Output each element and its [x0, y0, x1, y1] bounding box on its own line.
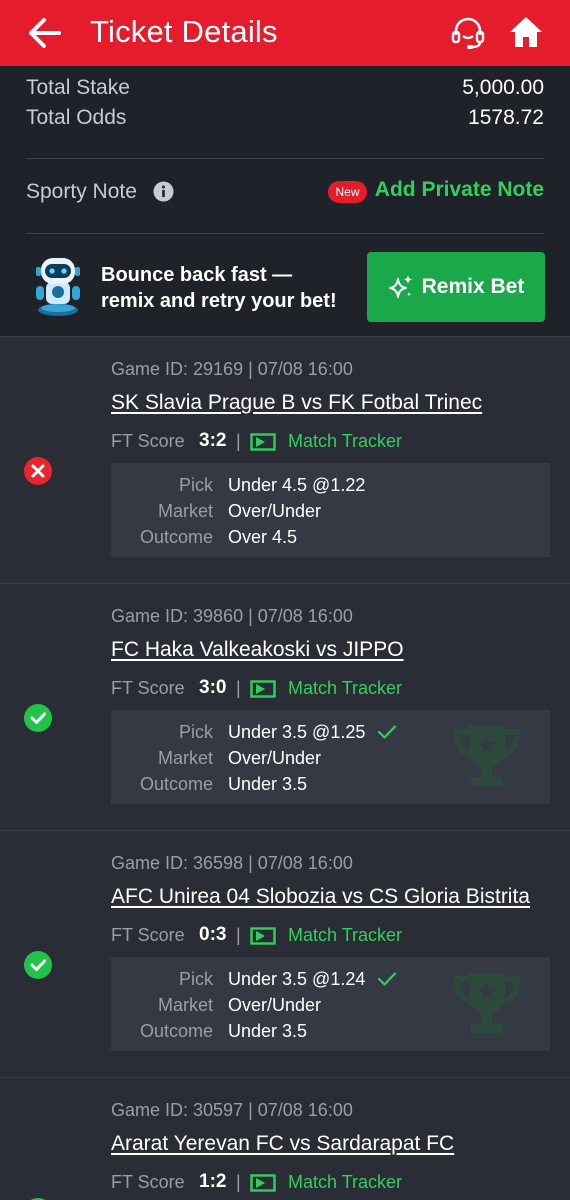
- ft-score-label: FT Score: [111, 1172, 185, 1192]
- home-icon[interactable]: [508, 15, 544, 49]
- ft-score-label: FT Score: [111, 431, 185, 451]
- market-value: Over/Under: [228, 501, 322, 521]
- divider: [26, 158, 544, 159]
- match-name-link[interactable]: FC Haka Valkeakoski vs JIPPO: [111, 638, 404, 662]
- trophy-icon: [453, 726, 521, 786]
- pick-value: Under 4.5 @1.22: [228, 475, 366, 495]
- remix-bet-button[interactable]: Remix Bet: [367, 252, 545, 322]
- match-tracker-link[interactable]: Match Tracker: [288, 1172, 402, 1193]
- outcome-value: Under 3.5: [228, 774, 308, 794]
- market-label: Market: [157, 501, 213, 521]
- divider: [26, 233, 544, 234]
- total-odds-label: Total Odds: [26, 106, 127, 129]
- pick-value: Under 3.5 @1.24: [228, 969, 366, 989]
- promo-line-1: Bounce back fast —: [101, 264, 293, 286]
- pick-value: Under 3.5 @1.25: [228, 722, 366, 742]
- check-icon: [377, 972, 397, 986]
- robot-mascot-icon: [36, 258, 80, 316]
- game-card: Game ID: 30597 | 07/08 16:00 Ararat Yere…: [0, 1077, 570, 1200]
- match-name-link[interactable]: AFC Unirea 04 Slobozia vs CS Gloria Bist…: [111, 885, 530, 909]
- match-name-link[interactable]: SK Slavia Prague B vs FK Fotbal Trinec: [111, 391, 482, 415]
- lost-x-icon: [24, 457, 52, 485]
- tracker-icon[interactable]: [250, 433, 276, 451]
- ft-score-value: 1:2: [199, 1171, 227, 1192]
- tracker-icon[interactable]: [250, 680, 276, 698]
- outcome-label: Outcome: [139, 774, 213, 794]
- pick-label: Pick: [178, 475, 213, 495]
- total-odds-row: Total Odds 1578.72: [26, 106, 544, 134]
- add-private-note-link[interactable]: Add Private Note: [375, 178, 544, 202]
- separator: |: [236, 925, 241, 945]
- total-stake-label: Total Stake: [26, 76, 130, 99]
- ft-score-value: 3:2: [199, 430, 227, 451]
- ft-score-label: FT Score: [111, 925, 185, 945]
- match-tracker-link[interactable]: Match Tracker: [288, 678, 402, 699]
- outcome-value: Under 3.5: [228, 1021, 308, 1041]
- won-check-icon: [24, 704, 52, 732]
- ft-score-value: 0:3: [199, 924, 227, 945]
- separator: |: [236, 1172, 241, 1192]
- outcome-label: Outcome: [139, 1021, 213, 1041]
- game-id: Game ID: 30597 | 07/08 16:00: [111, 1100, 353, 1120]
- outcome-value: Over 4.5: [228, 527, 298, 547]
- back-arrow-icon[interactable]: [28, 17, 62, 49]
- pick-details: Pick Under 3.5 @1.25 Market Over/Under O…: [111, 710, 550, 804]
- game-card: Game ID: 39860 | 07/08 16:00 FC Haka Val…: [0, 583, 570, 830]
- total-odds-value: 1578.72: [468, 106, 544, 129]
- market-value: Over/Under: [228, 995, 322, 1015]
- info-icon[interactable]: [153, 181, 174, 202]
- remix-bet-label: Remix Bet: [421, 275, 525, 298]
- outcome-label: Outcome: [139, 527, 213, 547]
- page-title: Ticket Details: [90, 14, 278, 49]
- won-check-icon: [24, 951, 52, 979]
- headset-icon[interactable]: [450, 15, 486, 51]
- separator: |: [236, 678, 241, 698]
- top-bar: Ticket Details: [0, 0, 570, 66]
- tracker-icon[interactable]: [250, 927, 276, 945]
- ft-score-label: FT Score: [111, 678, 185, 698]
- game-card: Game ID: 36598 | 07/08 16:00 AFC Unirea …: [0, 830, 570, 1077]
- match-tracker-link[interactable]: Match Tracker: [288, 431, 402, 452]
- total-stake-value: 5,000.00: [462, 76, 544, 99]
- game-id: Game ID: 39860 | 07/08 16:00: [111, 606, 353, 626]
- ticket-summary: Total Stake 5,000.00 Total Odds 1578.72 …: [0, 66, 570, 336]
- ft-score-value: 3:0: [199, 677, 227, 698]
- tracker-icon[interactable]: [250, 1174, 276, 1192]
- check-icon: [377, 725, 397, 739]
- pick-details: Pick Under 4.5 @1.22 Market Over/Under O…: [111, 463, 550, 557]
- match-tracker-link[interactable]: Match Tracker: [288, 925, 402, 946]
- market-label: Market: [157, 995, 213, 1015]
- new-badge: New: [328, 181, 367, 203]
- market-value: Over/Under: [228, 748, 322, 768]
- pick-label: Pick: [178, 969, 213, 989]
- trophy-icon: [453, 973, 521, 1033]
- game-id: Game ID: 36598 | 07/08 16:00: [111, 853, 353, 873]
- pick-details: Pick Under 3.5 @1.24 Market Over/Under O…: [111, 957, 550, 1051]
- pick-label: Pick: [178, 722, 213, 742]
- game-id: Game ID: 29169 | 07/08 16:00: [111, 359, 353, 379]
- separator: |: [236, 431, 241, 451]
- sporty-note-label: Sporty Note: [26, 180, 137, 203]
- market-label: Market: [157, 748, 213, 768]
- promo-message: Bounce back fast — remix and retry your …: [101, 262, 361, 314]
- game-card: Game ID: 29169 | 07/08 16:00 SK Slavia P…: [0, 336, 570, 583]
- total-stake-row: Total Stake 5,000.00: [26, 76, 544, 104]
- sparkle-icon: [388, 275, 412, 298]
- match-name-link[interactable]: Ararat Yerevan FC vs Sardarapat FC: [111, 1132, 454, 1156]
- promo-line-2: remix and retry your bet!: [101, 290, 337, 312]
